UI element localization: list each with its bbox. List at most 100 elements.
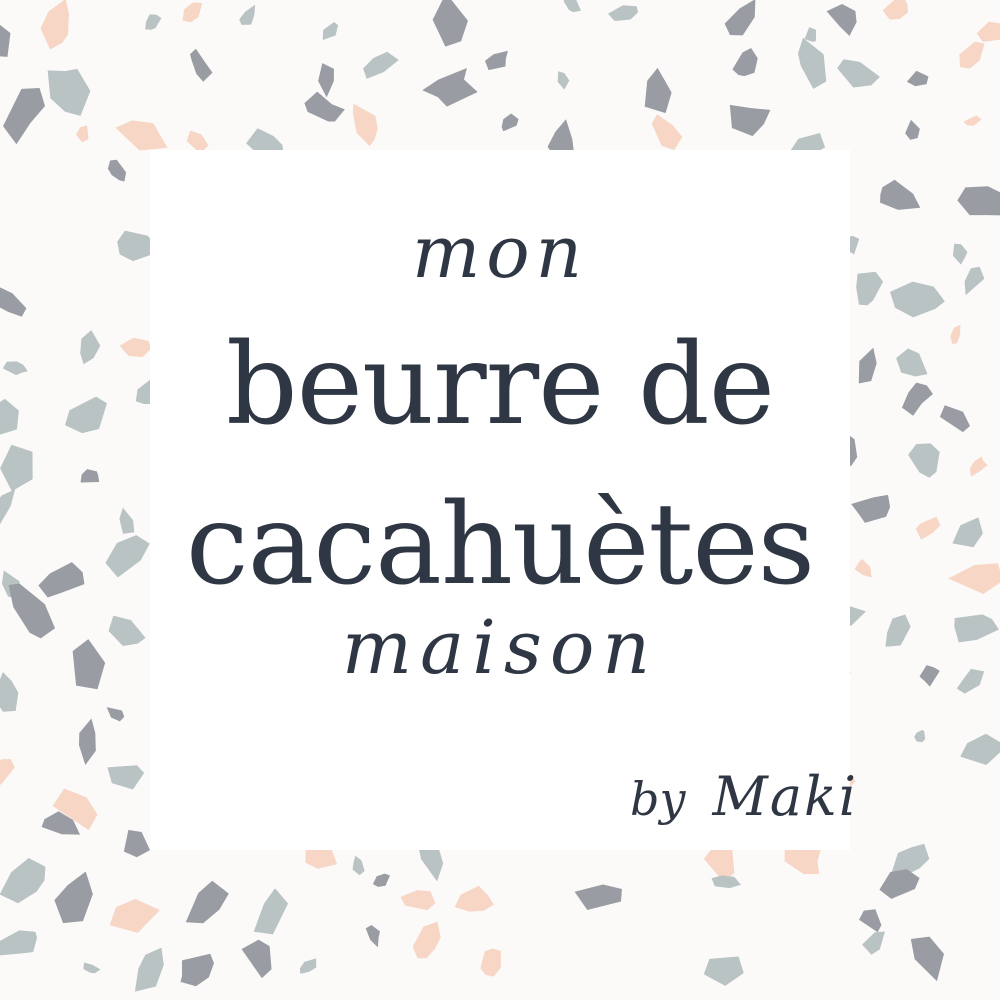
terrazzo-chip [906,70,929,87]
terrazzo-chip [960,733,1000,766]
terrazzo-chip [105,535,150,578]
terrazzo-chip [915,516,941,540]
byline-author: Maki [712,765,859,828]
terrazzo-chip [957,186,1000,216]
terrazzo-chip [976,21,1000,42]
terrazzo-chip [0,489,16,528]
terrazzo-chip [969,456,988,477]
terrazzo-chip [732,47,758,77]
terrazzo-chip [190,48,213,82]
terrazzo-chip [352,103,378,147]
terrazzo-chip [948,563,1000,595]
terrazzo-chip [724,0,756,36]
terrazzo-chip [241,939,272,979]
terrazzo-chip [880,179,921,210]
terrazzo-chip [123,829,150,858]
terrazzo-chip [919,665,940,687]
terrazzo-chip [365,925,380,948]
terrazzo-chip [837,59,880,88]
terrazzo-chip [145,14,162,30]
terrazzo-chip [185,880,229,924]
terrazzo-chip [54,871,93,924]
terrazzo-chip [480,948,501,977]
terrazzo-chip [72,639,106,690]
terrazzo-chip [901,382,933,416]
terrazzo-chip [318,63,334,98]
terrazzo-chip [40,0,69,50]
terrazzo-chip [0,671,19,712]
terrazzo-chip [119,337,152,358]
terrazzo-chip [454,885,494,912]
terrazzo-chip [557,71,570,90]
terrazzo-chip [107,159,127,182]
terrazzo-chip [400,890,436,911]
terrazzo-chip [422,67,478,107]
terrazzo-chip [711,875,741,889]
terrazzo-chip [106,707,125,722]
terrazzo-chip [651,114,683,151]
terrazzo-chip [180,953,215,987]
terrazzo-chip [729,104,771,137]
terrazzo-chip [0,398,19,436]
terrazzo-chip [372,873,390,887]
terrazzo-chip [0,444,33,492]
terrazzo-chip [862,931,885,955]
terrazzo-chip [47,68,91,116]
top-script-word: mon [412,210,588,294]
terrazzo-chip [64,396,107,434]
terrazzo-chip [858,347,877,384]
terrazzo-chip [964,266,985,296]
terrazzo-chip [412,921,441,959]
terrazzo-chip [83,962,101,974]
terrazzo-chip [501,113,519,132]
terrazzo-chip [253,888,289,935]
terrazzo-chip [574,884,622,910]
terrazzo-chip [0,930,38,956]
title-line-1: beurre de [225,320,775,450]
terrazzo-chip [75,125,89,143]
terrazzo-chip [484,50,508,71]
terrazzo-chip [854,558,872,578]
terrazzo-chip [0,18,11,57]
terrazzo-chip [109,898,160,933]
terrazzo-chip [119,507,135,534]
terrazzo-chip [363,51,399,79]
title-line-2: cacahuètes [185,480,815,610]
terrazzo-chip [299,958,317,974]
terrazzo-chip [304,91,345,122]
poster: mon beurre de cacahuètes maison by Maki [0,0,1000,1000]
terrazzo-chip [963,115,982,126]
terrazzo-chip [644,67,672,114]
terrazzo-chip [797,37,827,89]
terrazzo-chip [108,615,146,647]
terrazzo-chip [952,517,983,548]
bottom-script-word: maison [341,605,659,691]
terrazzo-chip [0,759,15,791]
terrazzo-chip [856,271,884,306]
terrazzo-chip [607,5,638,21]
terrazzo-chip [80,330,101,365]
title-card: mon beurre de cacahuètes maison by Maki [150,150,856,850]
terrazzo-chip [0,858,46,904]
terrazzo-chip [896,348,928,377]
terrazzo-chip [563,0,581,13]
terrazzo-chip [910,936,944,982]
terrazzo-chip [322,22,339,41]
terrazzo-chip [134,947,164,992]
terrazzo-chip [3,87,46,145]
terrazzo-chip [885,614,911,647]
terrazzo-chip [905,119,920,140]
terrazzo-chip [939,405,970,433]
byline: by Maki [630,765,858,828]
terrazzo-chip [956,668,985,694]
terrazzo-chip [432,0,468,47]
terrazzo-chip [107,765,145,790]
terrazzo-chip [703,956,744,986]
terrazzo-chip [182,2,203,23]
terrazzo-chip [38,562,85,598]
terrazzo-chip [0,285,27,317]
terrazzo-chip [2,361,28,376]
terrazzo-chip [352,855,365,876]
terrazzo-chip [952,243,968,265]
terrazzo-chip [914,729,926,743]
